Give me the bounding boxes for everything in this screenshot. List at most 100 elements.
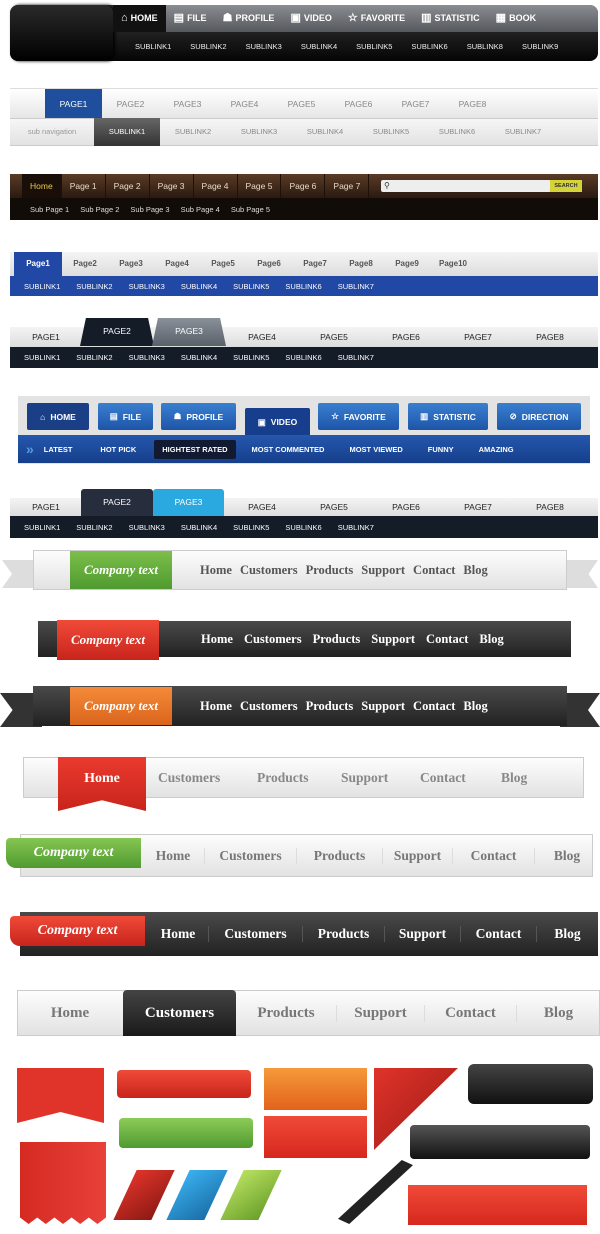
tab-page[interactable]: PAGE1 [10,497,82,517]
tab-statistic[interactable]: ▥ STATISTIC [413,5,488,32]
tab-page3-hover[interactable]: PAGE3 [153,489,224,516]
sublink[interactable]: LATEST [44,445,73,454]
tab-page[interactable]: Page 3 [150,174,194,198]
menu-customers[interactable]: Customers [240,563,298,578]
sublink[interactable]: MOST COMMENTED [252,445,325,454]
sublink[interactable]: Sub Page 4 [181,205,220,214]
sublink[interactable]: SUBLINK3 [129,523,165,532]
menu-customers[interactable]: Customers [204,847,296,864]
sublink[interactable]: SUBLINK5 [233,523,269,532]
tab-page[interactable]: Page4 [154,252,200,276]
tab-page[interactable]: PAGE6 [370,327,442,347]
tab-page[interactable]: Page3 [108,252,154,276]
tab-page[interactable]: PAGE8 [514,497,586,517]
tab-page[interactable]: PAGE2 [102,89,159,119]
menu-support[interactable]: Support [336,1004,424,1022]
tab-page[interactable]: Page9 [384,252,430,276]
menu-products[interactable]: Products [302,926,384,942]
menu-home[interactable]: Home [200,563,232,578]
tab-page[interactable]: Page 7 [325,174,370,198]
sublink[interactable]: HOT PICK [100,445,136,454]
menu-products[interactable]: Products [306,699,354,714]
menu-home[interactable]: Home [200,699,232,714]
sublink[interactable]: SUBLINK4 [292,118,358,146]
menu-home[interactable]: Home [17,1005,123,1022]
search-button[interactable]: SEARCH [550,180,582,192]
sublink[interactable]: SUBLINK6 [411,42,447,51]
tab-page[interactable]: Page7 [292,252,338,276]
button-statistic[interactable]: ▥ STATISTIC [408,403,488,430]
button-direction[interactable]: ⊘ DIRECTION [497,403,581,430]
sublink[interactable]: SUBLINK6 [424,118,490,146]
menu-blog[interactable]: Blog [534,847,599,864]
tab-page[interactable]: PAGE4 [216,89,273,119]
sublink[interactable]: MOST VIEWED [349,445,402,454]
tab-page[interactable]: Page6 [246,252,292,276]
tab-page[interactable]: Page10 [430,252,476,276]
sublink[interactable]: SUBLINK5 [358,118,424,146]
menu-blog[interactable]: Blog [479,632,503,647]
sublink[interactable]: Sub Page 2 [80,205,119,214]
tab-page[interactable]: PAGE3 [159,89,216,119]
menu-home[interactable]: Home [201,632,233,647]
sublink[interactable]: SUBLINK7 [338,282,374,291]
sublink[interactable]: SUBLINK4 [181,353,217,362]
menu-contact[interactable]: Contact [413,563,455,578]
tab-page[interactable]: Page 6 [281,174,326,198]
menu-customers[interactable]: Customers [208,926,302,942]
menu-customers[interactable]: Customers [158,770,257,786]
tab-page1[interactable]: PAGE1 [45,88,102,119]
sublink[interactable]: SUBLINK7 [338,353,374,362]
button-profile[interactable]: ☗ PROFILE [161,403,236,430]
menu-blog[interactable]: Blog [463,699,487,714]
tab-file[interactable]: ▤ FILE [166,5,215,32]
tab-page[interactable]: PAGE5 [273,89,330,119]
menu-home[interactable]: Home [148,926,208,942]
tab-home[interactable]: ⌂ HOME [113,5,166,32]
menu-products[interactable]: Products [296,847,382,864]
sublink[interactable]: SUBLINK1 [135,42,171,51]
menu-contact[interactable]: Contact [426,632,468,647]
menu-blog[interactable]: Blog [516,1004,600,1022]
tab-page2-active[interactable]: PAGE2 [81,489,153,516]
tab-page[interactable]: Page 2 [106,174,150,198]
menu-contact[interactable]: Contact [420,770,501,786]
button-file[interactable]: ▤ FILE [98,403,153,430]
menu-contact[interactable]: Contact [413,699,455,714]
tab-page[interactable]: PAGE7 [442,497,514,517]
tab-page[interactable]: PAGE6 [330,89,387,119]
sublink[interactable]: SUBLINK1 [24,523,60,532]
menu-home[interactable]: Home [142,848,204,864]
sublink[interactable]: SUBLINK7 [338,523,374,532]
menu-support[interactable]: Support [382,847,452,864]
tab-page[interactable]: PAGE4 [226,497,298,517]
sublink[interactable]: SUBLINK9 [522,42,558,51]
sublink[interactable]: SUBLINK4 [181,282,217,291]
sublink[interactable]: SUBLINK2 [76,282,112,291]
menu-products[interactable]: Products [313,632,361,647]
menu-support[interactable]: Support [384,926,460,942]
tab-page2-active[interactable]: PAGE2 [80,318,154,346]
tab-favorite[interactable]: ☆ FAVORITE [340,5,413,32]
sublink[interactable]: SUBLINK6 [285,353,321,362]
tab-page[interactable]: Page5 [200,252,246,276]
tab-profile[interactable]: ☗ PROFILE [215,5,283,32]
menu-contact[interactable]: Contact [424,1004,516,1022]
menu-support[interactable]: Support [361,563,405,578]
tab-page[interactable]: PAGE6 [370,497,442,517]
menu-contact[interactable]: Contact [460,926,536,942]
sublink[interactable]: SUBLINK6 [285,282,321,291]
sublink[interactable]: SUBLINK7 [490,118,556,146]
menu-customers-active[interactable]: Customers [123,990,236,1036]
sublink[interactable]: SUBLINK3 [129,282,165,291]
tab-page[interactable]: PAGE8 [444,89,501,119]
tab-video[interactable]: ▣ VIDEO [282,5,339,32]
menu-blog[interactable]: Blog [501,770,527,786]
sublink[interactable]: SUBLINK2 [76,353,112,362]
sublink[interactable]: FUNNY [428,445,454,454]
sublink[interactable]: SUBLINK3 [246,42,282,51]
tab-page3-hover[interactable]: PAGE3 [152,318,226,346]
sublink[interactable]: SUBLINK5 [233,282,269,291]
sublink[interactable]: SUBLINK3 [129,353,165,362]
tab-page[interactable]: Page 5 [238,174,282,198]
